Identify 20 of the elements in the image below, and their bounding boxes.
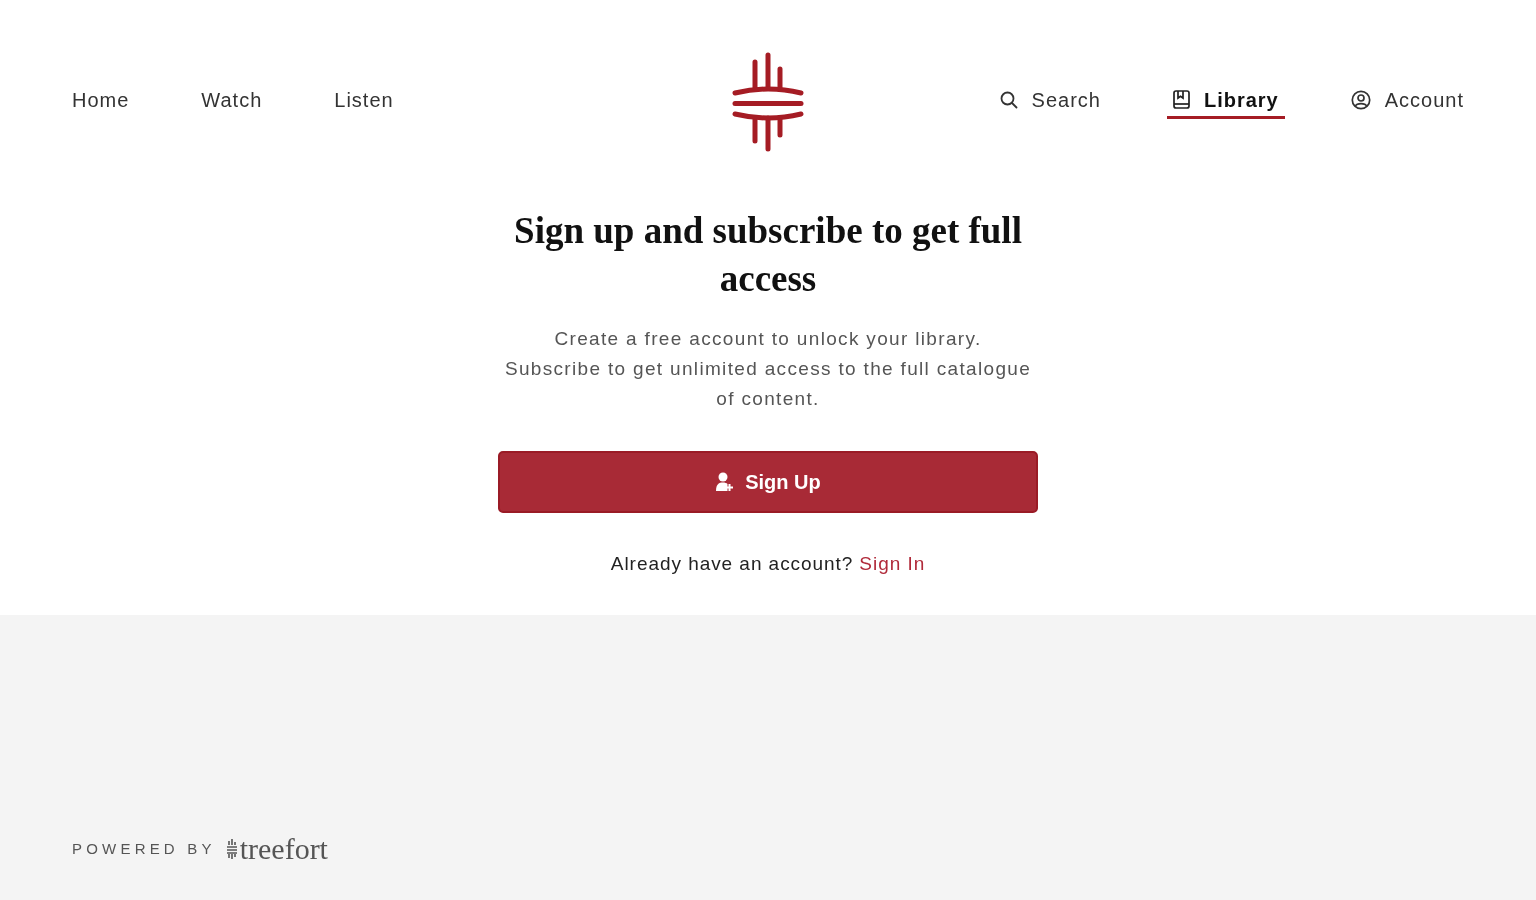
page-heading: Sign up and subscribe to get full access [513, 209, 1023, 301]
sign-in-link[interactable]: Sign In [859, 552, 926, 576]
add-user-icon [715, 472, 734, 492]
nav-link[interactable]: Library [1166, 85, 1285, 119]
search-icon [999, 90, 1018, 109]
bookmark-square-icon [1172, 90, 1190, 109]
sign-up-button[interactable]: Sign Up [498, 451, 1038, 513]
user-circle-icon [1350, 89, 1371, 110]
nav-link[interactable]: Watch [201, 85, 263, 119]
sign-in-prompt: Already have an account? [610, 552, 854, 576]
powered-by-text: POWERED BY [72, 838, 216, 859]
nav-link[interactable]: Search [999, 85, 1101, 119]
nav-link[interactable]: Listen [334, 85, 394, 119]
brand-wordmark[interactable]: treefort [239, 834, 328, 864]
stacked-lines-icon [225, 839, 238, 859]
brand-logo[interactable] [732, 52, 804, 152]
nav-link[interactable]: Account [1350, 85, 1464, 119]
description-text: Subscribe to get unlimited access to the full catalogue of content. [503, 357, 1033, 411]
description-text: Create a free account to unlock your library. [554, 327, 982, 351]
nav-link[interactable]: Home [72, 85, 130, 119]
